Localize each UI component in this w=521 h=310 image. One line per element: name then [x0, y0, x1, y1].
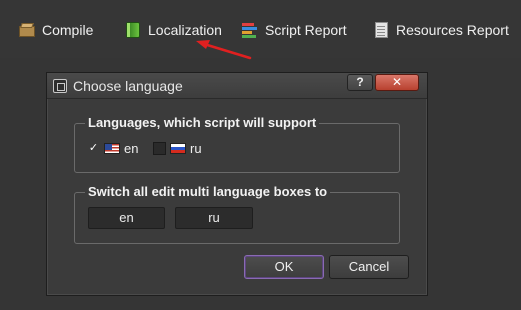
localization-icon — [124, 21, 142, 39]
dialog-titlebar[interactable]: Choose language ? ✕ — [47, 73, 427, 99]
dialog-title: Choose language — [73, 78, 183, 94]
help-button[interactable]: ? — [347, 74, 373, 91]
localization-label: Localization — [148, 22, 222, 38]
resources-report-label: Resources Report — [396, 22, 509, 38]
languages-group: Languages, which script will support ✓ e… — [74, 115, 400, 173]
script-report-icon — [241, 21, 259, 39]
choose-language-dialog: Choose language ? ✕ Languages, which scr… — [46, 72, 428, 296]
cancel-button[interactable]: Cancel — [329, 255, 409, 279]
script-report-button[interactable]: Script Report — [241, 18, 347, 42]
switch-en-button[interactable]: en — [88, 207, 165, 229]
languages-group-title: Languages, which script will support — [85, 115, 320, 130]
app-icon — [53, 79, 67, 93]
toolbar: Compile Localization Script Report Resou… — [0, 0, 521, 58]
switch-group-title: Switch all edit multi language boxes to — [85, 184, 331, 199]
switch-ru-button[interactable]: ru — [175, 207, 253, 229]
us-flag-icon — [104, 143, 120, 154]
en-label: en — [124, 141, 139, 156]
close-button[interactable]: ✕ — [375, 74, 419, 91]
ru-flag-icon — [170, 143, 186, 154]
resources-report-button[interactable]: Resources Report — [372, 18, 509, 42]
ru-checkbox[interactable] — [153, 142, 166, 155]
language-option-en[interactable]: ✓ en — [87, 141, 139, 156]
script-report-label: Script Report — [265, 22, 347, 38]
ru-label: ru — [190, 141, 202, 156]
language-option-ru[interactable]: ru — [153, 141, 202, 156]
compile-label: Compile — [42, 22, 94, 38]
switch-language-group: Switch all edit multi language boxes to … — [74, 184, 400, 244]
ok-button[interactable]: OK — [244, 255, 324, 279]
localization-button[interactable]: Localization — [124, 18, 222, 42]
compile-icon — [18, 21, 36, 39]
en-checkbox[interactable]: ✓ — [87, 142, 100, 155]
compile-button[interactable]: Compile — [18, 18, 93, 42]
resources-report-icon — [372, 21, 390, 39]
